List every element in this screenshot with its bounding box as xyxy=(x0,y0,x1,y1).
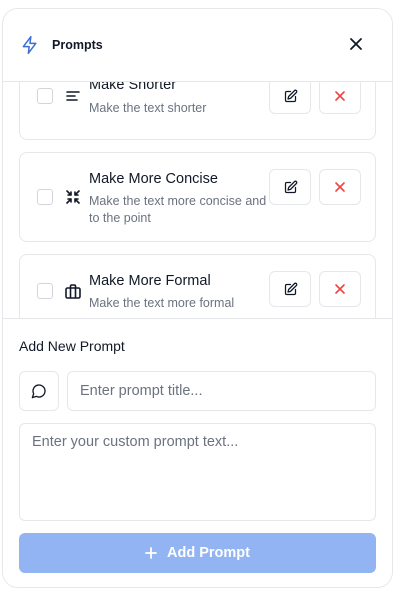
prompt-checkbox[interactable] xyxy=(37,283,53,299)
briefcase-icon xyxy=(65,283,81,299)
prompt-card: Make More Concise Make the text more con… xyxy=(19,152,376,242)
add-prompt-heading: Add New Prompt xyxy=(19,338,125,354)
prompt-description: Make the text more formal xyxy=(89,296,235,310)
close-icon[interactable] xyxy=(348,36,364,52)
prompt-text-input[interactable] xyxy=(19,423,376,521)
edit-icon xyxy=(284,282,297,295)
close-icon xyxy=(335,284,345,294)
icon-picker-button[interactable] xyxy=(19,371,59,411)
delete-button[interactable] xyxy=(319,169,361,205)
edit-button[interactable] xyxy=(269,82,311,114)
prompt-checkbox[interactable] xyxy=(37,88,53,104)
lightning-icon xyxy=(20,35,40,55)
prompt-name: Make More Formal xyxy=(89,273,211,289)
edit-button[interactable] xyxy=(269,169,311,205)
edit-icon xyxy=(284,180,297,193)
prompt-description: Make the text shorter xyxy=(89,101,207,115)
prompt-list[interactable]: Make Shorter Make the text shorter Make … xyxy=(3,82,392,318)
prompt-description: Make the text more concise and to the po… xyxy=(89,194,267,225)
add-prompt-button[interactable]: Add Prompt xyxy=(19,533,376,573)
prompt-title-input[interactable] xyxy=(67,371,376,411)
edit-icon xyxy=(284,89,297,102)
prompt-checkbox[interactable] xyxy=(37,189,53,205)
prompt-name: Make More Concise xyxy=(89,171,218,187)
add-prompt-section: Add New Prompt Add Prompt xyxy=(3,318,392,587)
add-prompt-label: Add Prompt xyxy=(167,545,250,561)
plus-icon xyxy=(145,547,157,559)
close-icon xyxy=(335,91,345,101)
message-circle-icon xyxy=(31,384,46,399)
prompt-card: Make Shorter Make the text shorter xyxy=(19,82,376,140)
prompts-panel: Prompts Make Shorter Make the text short… xyxy=(2,8,393,588)
close-icon xyxy=(335,182,345,192)
align-left-icon xyxy=(65,88,81,104)
delete-button[interactable] xyxy=(319,271,361,307)
edit-button[interactable] xyxy=(269,271,311,307)
prompt-name: Make Shorter xyxy=(89,82,177,93)
delete-button[interactable] xyxy=(319,82,361,114)
panel-header: Prompts xyxy=(3,9,392,82)
prompt-card: Make More Formal Make the text more form… xyxy=(19,254,376,318)
minimize-icon xyxy=(65,189,81,205)
panel-title: Prompts xyxy=(52,38,103,52)
